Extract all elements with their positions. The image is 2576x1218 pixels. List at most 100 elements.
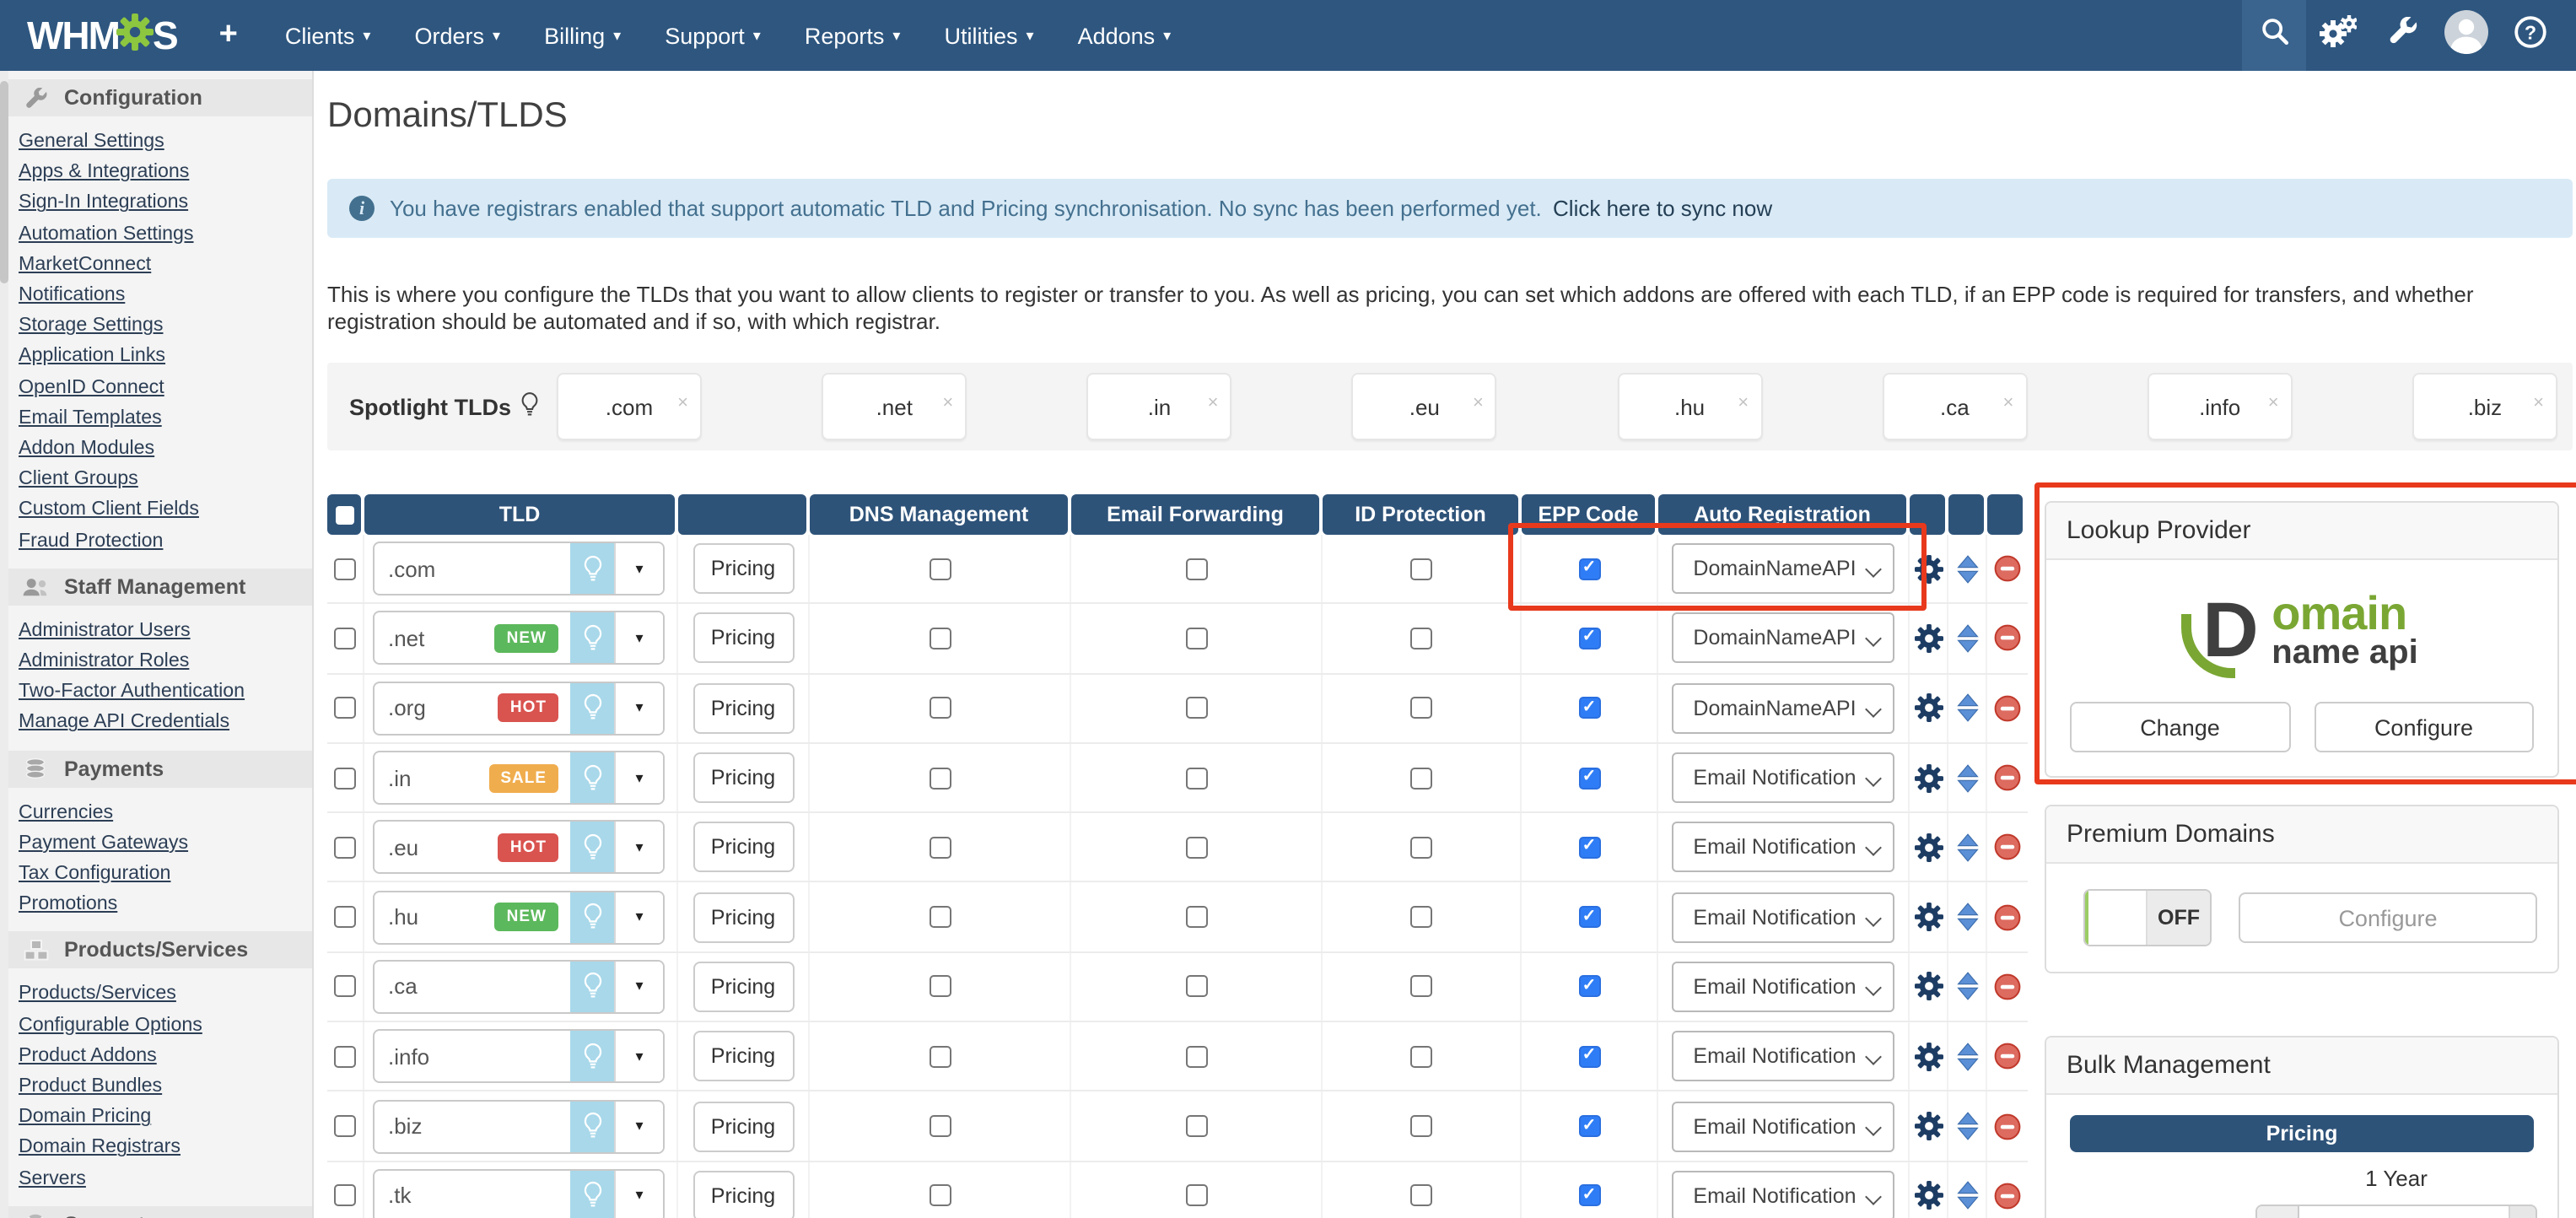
sort-icon[interactable] xyxy=(1956,1042,1978,1070)
remove-icon[interactable] xyxy=(1994,764,2021,791)
sidebar-item-addon-modules[interactable]: Addon Modules xyxy=(19,437,154,459)
remove-icon[interactable] xyxy=(1994,1043,2021,1070)
sidebar-item-marketconnect[interactable]: MarketConnect xyxy=(19,253,151,275)
tld-input[interactable]: .hu xyxy=(375,904,495,930)
nav-item-support[interactable]: Support▾ xyxy=(643,0,783,71)
spotlight-chip-net[interactable]: .net× xyxy=(822,373,967,440)
pricing-button[interactable]: Pricing xyxy=(693,1101,794,1151)
sidebar-item-product-addons[interactable]: Product Addons xyxy=(19,1044,157,1066)
sidebar-item-openid-connect[interactable]: OpenID Connect xyxy=(19,375,164,397)
close-icon[interactable]: × xyxy=(2268,395,2279,413)
auto-registration-select[interactable]: Email Notification xyxy=(1672,822,1894,873)
row-select-checkbox[interactable] xyxy=(334,558,356,579)
dns-management-checkbox[interactable] xyxy=(929,1185,951,1207)
spotlight-toggle-bulb-icon[interactable] xyxy=(570,682,614,733)
nav-item-reports[interactable]: Reports▾ xyxy=(783,0,923,71)
epp-code-checkbox[interactable]: ✓ xyxy=(1578,976,1600,998)
tld-input[interactable]: .info xyxy=(375,1043,570,1069)
email-forwarding-checkbox[interactable] xyxy=(1185,628,1207,649)
remove-icon[interactable] xyxy=(1994,834,2021,861)
email-forwarding-checkbox[interactable] xyxy=(1185,906,1207,928)
help-button[interactable]: ? xyxy=(2498,0,2563,71)
sidebar-item-application-links[interactable]: Application Links xyxy=(19,345,165,367)
premium-configure-button[interactable]: Configure xyxy=(2239,892,2537,943)
dns-management-checkbox[interactable] xyxy=(929,628,951,649)
spotlight-toggle-bulb-icon[interactable] xyxy=(570,1171,614,1218)
bulk-pricing-tab[interactable]: Pricing xyxy=(2070,1115,2534,1152)
row-select-checkbox[interactable] xyxy=(334,628,356,649)
sidebar-section-products-services[interactable]: Products/Services xyxy=(0,932,312,969)
epp-code-checkbox[interactable]: ✓ xyxy=(1578,1045,1600,1067)
dns-management-checkbox[interactable] xyxy=(929,558,951,579)
gear-icon[interactable] xyxy=(1914,1182,1943,1210)
sort-icon[interactable] xyxy=(1956,1112,1978,1140)
change-provider-button[interactable]: Change xyxy=(2070,702,2290,752)
sidebar-item-manage-api-credentials[interactable]: Manage API Credentials xyxy=(19,711,229,733)
sort-icon[interactable] xyxy=(1956,833,1978,862)
spotlight-toggle-bulb-icon[interactable] xyxy=(570,752,614,803)
tld-input[interactable]: .net xyxy=(375,626,495,651)
number-spinner[interactable] xyxy=(2509,1206,2536,1218)
row-select-checkbox[interactable] xyxy=(334,767,356,789)
dns-management-checkbox[interactable] xyxy=(929,1045,951,1067)
remove-icon[interactable] xyxy=(1994,625,2021,652)
email-forwarding-checkbox[interactable] xyxy=(1185,1185,1207,1207)
tld-dropdown-caret[interactable]: ▾ xyxy=(614,962,663,1012)
tld-input[interactable]: .tk xyxy=(375,1183,570,1209)
sidebar-section-support[interactable]: Support xyxy=(0,1206,312,1218)
tld-dropdown-caret[interactable]: ▾ xyxy=(614,752,663,803)
close-icon[interactable]: × xyxy=(942,395,953,413)
whmcs-logo[interactable]: WHM S xyxy=(0,10,194,61)
remove-icon[interactable] xyxy=(1994,694,2021,721)
id-protection-checkbox[interactable] xyxy=(1410,628,1432,649)
tld-dropdown-caret[interactable]: ▾ xyxy=(614,892,663,942)
sidebar-section-payments[interactable]: Payments xyxy=(0,750,312,787)
id-protection-checkbox[interactable] xyxy=(1410,558,1432,579)
email-forwarding-checkbox[interactable] xyxy=(1185,558,1207,579)
nav-item-utilities[interactable]: Utilities▾ xyxy=(922,0,1055,71)
sidebar-section-configuration[interactable]: Configuration xyxy=(0,79,312,116)
auto-registration-select[interactable]: Email Notification xyxy=(1672,892,1894,942)
gear-icon[interactable] xyxy=(1914,833,1943,862)
sidebar-item-apps-integrations[interactable]: Apps & Integrations xyxy=(19,160,189,182)
auto-registration-select[interactable]: Email Notification xyxy=(1672,1031,1894,1081)
remove-icon[interactable] xyxy=(1994,1113,2021,1140)
close-icon[interactable]: × xyxy=(2003,395,2014,413)
spotlight-chip-eu[interactable]: .eu× xyxy=(1352,373,1497,440)
remove-icon[interactable] xyxy=(1994,973,2021,1000)
nav-item-billing[interactable]: Billing▾ xyxy=(522,0,643,71)
tld-input[interactable]: .com xyxy=(375,556,570,581)
tld-input[interactable]: .eu xyxy=(375,835,498,860)
sidebar-item-administrator-roles[interactable]: Administrator Roles xyxy=(19,649,189,671)
tld-input[interactable]: .in xyxy=(375,765,488,790)
id-protection-checkbox[interactable] xyxy=(1410,976,1432,998)
gear-icon[interactable] xyxy=(1914,624,1943,653)
tld-input[interactable]: .ca xyxy=(375,974,570,1000)
auto-registration-select[interactable]: DomainNameAPI xyxy=(1672,613,1894,664)
spotlight-toggle-bulb-icon[interactable] xyxy=(570,613,614,664)
pricing-button[interactable]: Pricing xyxy=(693,962,794,1012)
sort-icon[interactable] xyxy=(1956,624,1978,653)
dns-management-checkbox[interactable] xyxy=(929,976,951,998)
sort-icon[interactable] xyxy=(1956,903,1978,931)
sidebar-item-tax-configuration[interactable]: Tax Configuration xyxy=(19,862,170,884)
gear-icon[interactable] xyxy=(1914,1112,1943,1140)
epp-code-checkbox[interactable]: ✓ xyxy=(1578,767,1600,789)
pricing-button[interactable]: Pricing xyxy=(693,892,794,942)
spotlight-toggle-bulb-icon[interactable] xyxy=(570,892,614,942)
sidebar-item-products-services[interactable]: Products/Services xyxy=(19,983,176,1005)
sidebar-item-two-factor-authentication[interactable]: Two-Factor Authentication xyxy=(19,681,245,703)
remove-icon[interactable] xyxy=(1994,555,2021,582)
sidebar-item-sign-in-integrations[interactable]: Sign-In Integrations xyxy=(19,191,188,213)
sidebar-item-client-groups[interactable]: Client Groups xyxy=(19,467,138,489)
sidebar-item-currencies[interactable]: Currencies xyxy=(19,800,113,822)
email-forwarding-checkbox[interactable] xyxy=(1185,976,1207,998)
dns-management-checkbox[interactable] xyxy=(929,837,951,859)
nav-item-clients[interactable]: Clients▾ xyxy=(263,0,393,71)
pricing-button[interactable]: Pricing xyxy=(693,822,794,873)
row-select-checkbox[interactable] xyxy=(334,976,356,998)
sort-icon[interactable] xyxy=(1956,554,1978,583)
gear-icon[interactable] xyxy=(1914,554,1943,583)
epp-code-checkbox[interactable]: ✓ xyxy=(1578,837,1600,859)
dns-management-checkbox[interactable] xyxy=(929,906,951,928)
